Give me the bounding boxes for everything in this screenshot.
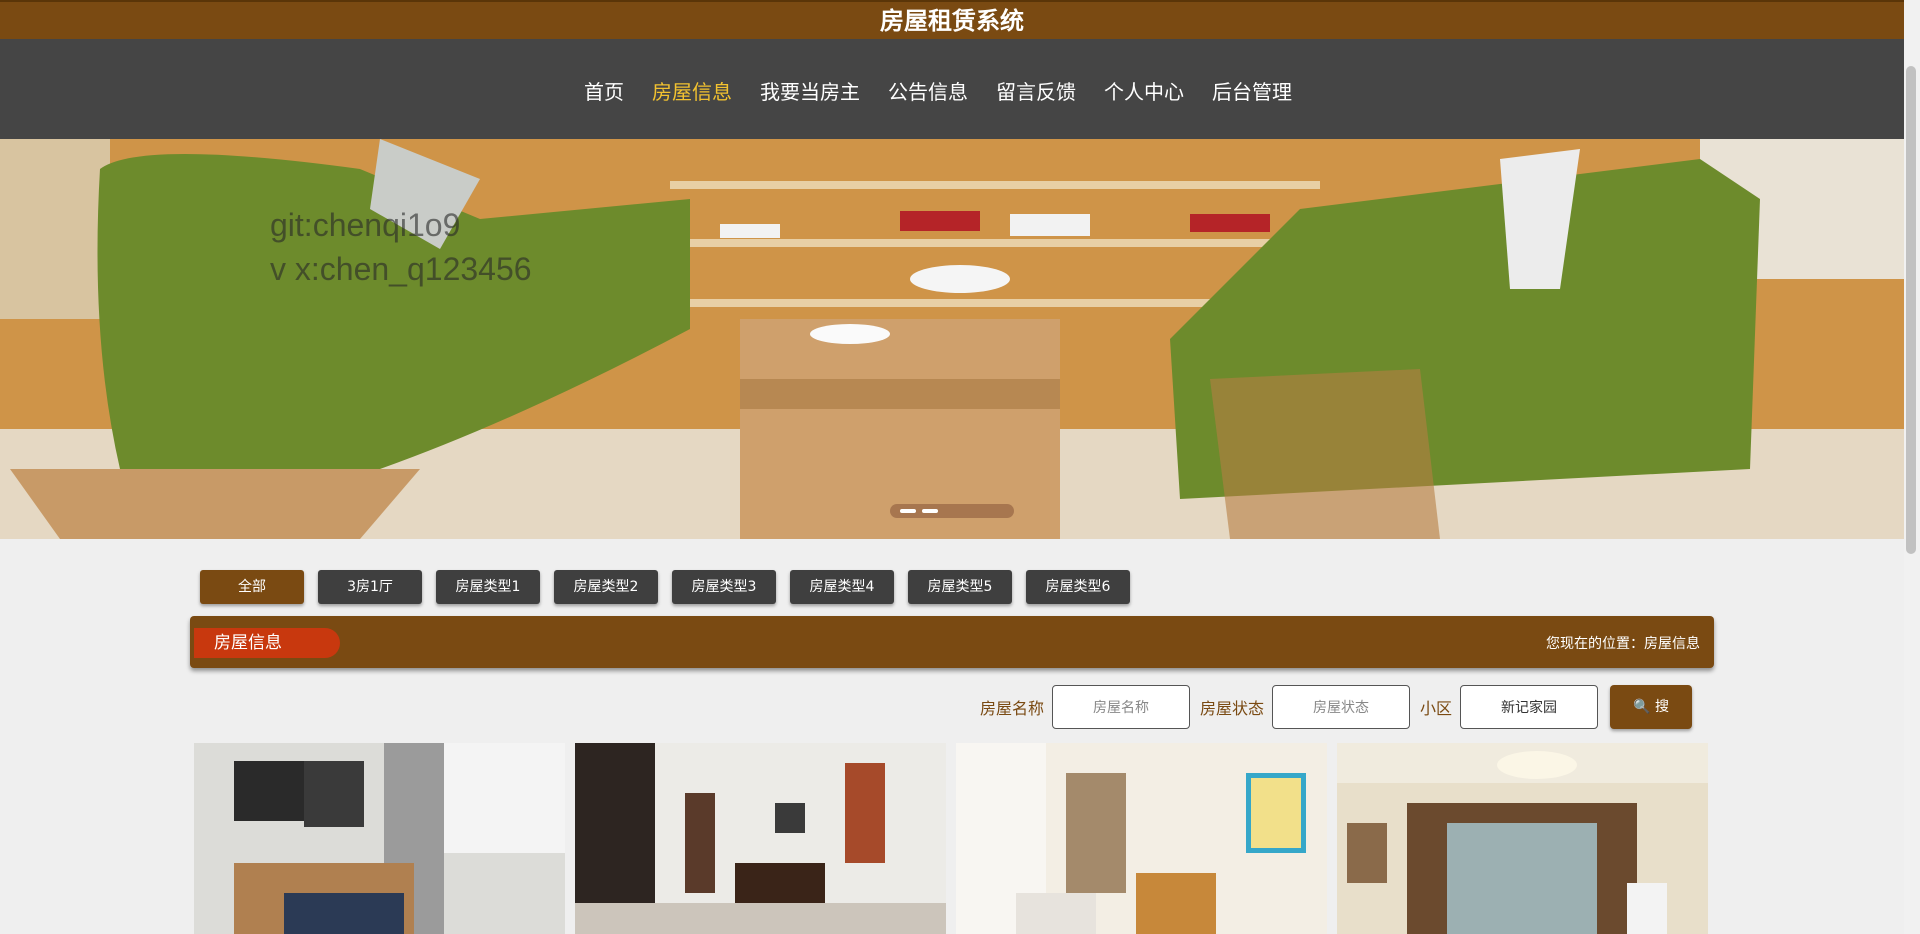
district-label: 小区 xyxy=(1420,699,1453,718)
house-photo-2 xyxy=(575,743,946,934)
banner-image xyxy=(0,139,1904,539)
house-name-input[interactable]: 房屋名称 xyxy=(1052,685,1191,729)
nav-personal-center[interactable]: 个人中心 xyxy=(1090,75,1198,109)
house-photo-4 xyxy=(1337,743,1708,934)
category-filter: 全部 3房1厅 房屋类型1 房屋类型2 房屋类型3 房屋类型4 房屋类型5 房屋… xyxy=(200,570,1130,604)
nav-become-landlord[interactable]: 我要当房主 xyxy=(746,75,874,109)
category-type-5[interactable]: 房屋类型5 xyxy=(908,570,1012,604)
house-card-1[interactable] xyxy=(194,743,565,934)
site-title: 房屋租赁系统 xyxy=(0,0,1904,40)
house-card-3[interactable] xyxy=(956,743,1327,934)
banner-carousel[interactable]: git:chenqi1o9 v x:chen_q123456 xyxy=(0,139,1904,539)
search-button[interactable]: 🔍 搜 xyxy=(1610,685,1693,729)
house-card-2[interactable] xyxy=(575,743,946,934)
carousel-dot-1[interactable] xyxy=(900,509,916,513)
watermark-git: git:chenqi1o9 xyxy=(270,207,461,243)
breadcrumb: 您现在的位置：房屋信息 xyxy=(1546,636,1700,652)
category-type-6[interactable]: 房屋类型6 xyxy=(1026,570,1130,604)
carousel-indicators xyxy=(890,504,1014,518)
house-photo-1 xyxy=(194,743,565,934)
main-nav: 首页 房屋信息 我要当房主 公告信息 留言反馈 个人中心 后台管理 xyxy=(0,39,1904,139)
search-icon: 🔍 xyxy=(1633,699,1651,715)
category-type-4[interactable]: 房屋类型4 xyxy=(790,570,894,604)
carousel-dot-2[interactable] xyxy=(922,509,938,513)
house-name-label: 房屋名称 xyxy=(980,699,1045,718)
nav-feedback[interactable]: 留言反馈 xyxy=(982,75,1090,109)
search-form: 房屋名称 房屋名称 房屋状态 房屋状态 小区 新记家园 🔍 搜 xyxy=(980,683,1693,731)
category-type-3[interactable]: 房屋类型3 xyxy=(672,570,776,604)
category-type-2[interactable]: 房屋类型2 xyxy=(554,570,658,604)
nav-house-info[interactable]: 房屋信息 xyxy=(638,75,746,109)
category-type-1[interactable]: 房屋类型1 xyxy=(436,570,540,604)
search-button-label: 搜 xyxy=(1654,699,1669,715)
nav-admin[interactable]: 后台管理 xyxy=(1198,75,1306,109)
section-header: 房屋信息 您现在的位置：房屋信息 xyxy=(190,616,1714,668)
house-status-input[interactable]: 房屋状态 xyxy=(1272,685,1411,729)
house-card-4[interactable] xyxy=(1337,743,1708,934)
district-input[interactable]: 新记家园 xyxy=(1460,685,1599,729)
nav-announcements[interactable]: 公告信息 xyxy=(874,75,982,109)
category-all[interactable]: 全部 xyxy=(200,570,304,604)
nav-home[interactable]: 首页 xyxy=(570,75,638,109)
house-status-label: 房屋状态 xyxy=(1200,699,1265,718)
scrollbar-thumb[interactable] xyxy=(1906,66,1916,554)
section-title: 房屋信息 xyxy=(194,628,340,658)
watermark-contact: v x:chen_q123456 xyxy=(270,251,532,287)
house-photo-3 xyxy=(956,743,1327,934)
house-card-list xyxy=(194,743,1708,934)
nav-list: 首页 房屋信息 我要当房主 公告信息 留言反馈 个人中心 后台管理 xyxy=(570,75,1306,109)
category-3br1lr[interactable]: 3房1厅 xyxy=(318,570,422,604)
